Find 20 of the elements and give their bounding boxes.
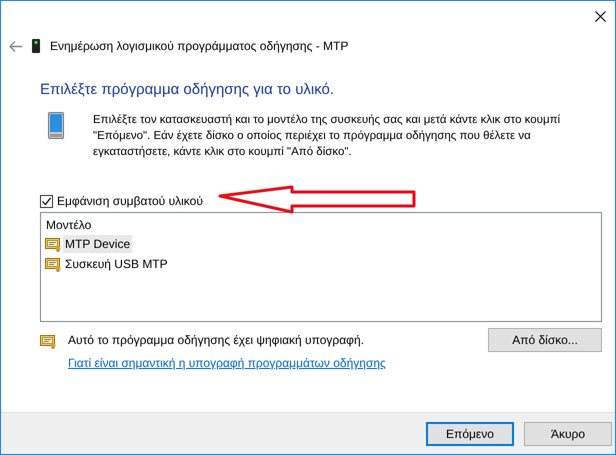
- certificate-icon: [40, 334, 56, 349]
- model-item[interactable]: MTP Device: [63, 235, 132, 253]
- close-icon[interactable]: [594, 10, 606, 22]
- checkbox-label: Εμφάνιση συμβατού υλικού: [57, 194, 203, 208]
- next-button[interactable]: Επόμενο: [426, 422, 514, 446]
- window-title: Ενημέρωση λογισμικού προγράμματος οδήγησης - MTP: [50, 39, 348, 53]
- page-heading: Επιλέξτε πρόγραμμα οδήγησης για το υλικό.: [40, 81, 336, 98]
- cancel-button[interactable]: Άκυρο: [524, 422, 612, 446]
- certificate-icon: [45, 236, 61, 252]
- model-item[interactable]: Συσκευή USB MTP: [63, 255, 170, 273]
- certificate-icon: [45, 256, 61, 272]
- instructions-text: Επιλέξτε τον κατασκευαστή και το μοντέλο της συσκευής σας και μετά κάντε κλικ στο κουμπί "Επόμενο". Εάν έχετε δίσκο ο οποίος περιέχει το πρόγραμμα οδήγησης που θέλετε να εγκαταστήσετε, κάντε κλικ στο κουμπί "Από δίσκο".: [93, 113, 562, 160]
- show-compatible-checkbox[interactable]: [40, 194, 53, 208]
- mobile-device-icon: [48, 112, 64, 139]
- signature-text: Αυτό το πρόγραμμα οδήγησης έχει ψηφιακή υπογραφή.: [68, 333, 365, 347]
- signature-info-link[interactable]: Γιατί είναι σημαντική η υπογραφή προγραμμάτων οδήγησης: [68, 356, 386, 370]
- back-arrow-icon[interactable]: [9, 40, 22, 52]
- have-disk-button[interactable]: Από δίσκο...: [488, 328, 602, 352]
- device-icon: [32, 39, 40, 53]
- column-header: Μοντέλο: [45, 217, 92, 234]
